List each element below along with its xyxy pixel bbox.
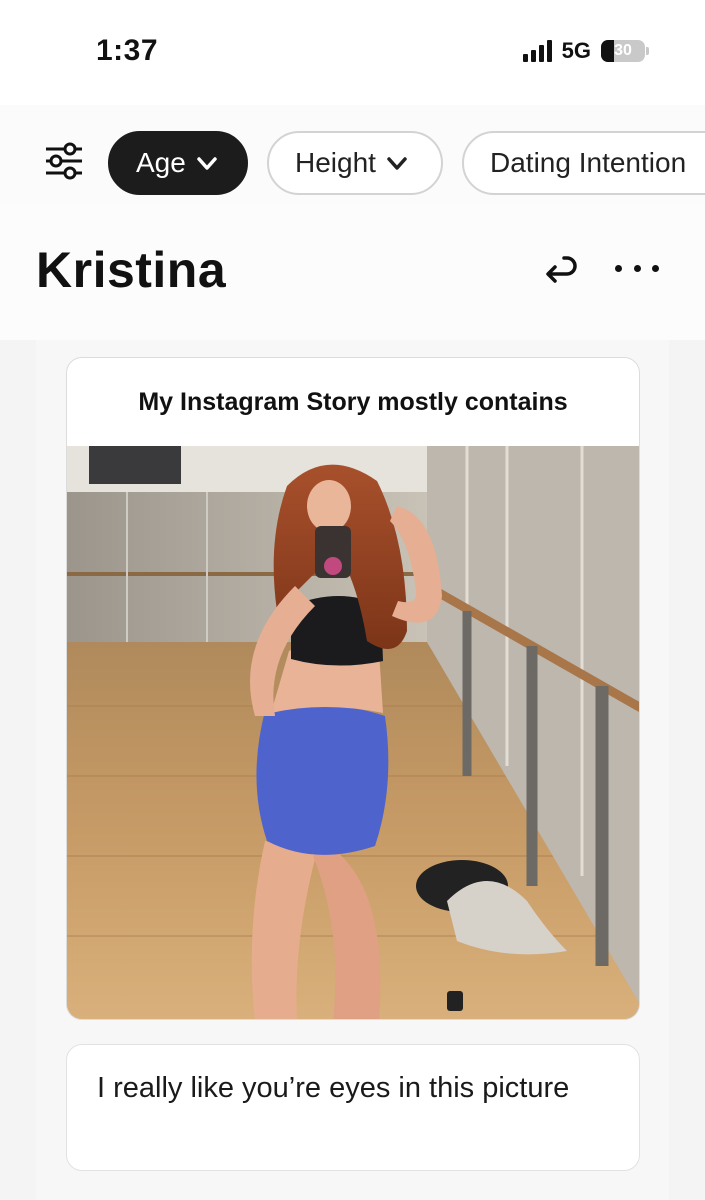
- age-filter-label: Age: [136, 147, 186, 178]
- battery-fill: [601, 40, 615, 62]
- more-icon[interactable]: [615, 253, 659, 283]
- profile-header: Kristina: [0, 205, 705, 340]
- mirror-selfie-photo[interactable]: [67, 446, 640, 1020]
- dating-intention-filter-label: Dating Intention: [490, 147, 687, 178]
- network-type: 5G: [561, 38, 591, 63]
- status-bar: 1:37 5G 30: [0, 0, 705, 105]
- status-time: 1:37: [96, 34, 159, 67]
- signal-icon: [522, 40, 552, 62]
- battery-icon: 30: [601, 40, 649, 62]
- chevron-down-icon: [197, 157, 217, 170]
- dating-intention-filter-chip[interactable]: Dating Intention: [462, 131, 705, 195]
- undo-icon[interactable]: [540, 250, 580, 290]
- battery-percentage: 30: [614, 42, 632, 59]
- profile-feed: My Instagram Story mostly contains I rea…: [36, 340, 669, 1200]
- profile-name: Kristina: [36, 242, 227, 298]
- filter-bar: Age Height Dating Intention: [0, 105, 705, 205]
- prompt-card[interactable]: My Instagram Story mostly contains: [66, 357, 640, 1020]
- chevron-down-icon: [387, 157, 407, 170]
- status-indicators: 5G 30: [522, 38, 649, 64]
- comment-input[interactable]: I really like you’re eyes in this pictur…: [66, 1044, 640, 1171]
- sliders-icon[interactable]: [44, 141, 84, 181]
- height-filter-label: Height: [295, 147, 376, 178]
- prompt-title: My Instagram Story mostly contains: [138, 387, 568, 416]
- height-filter-chip[interactable]: Height: [267, 131, 443, 195]
- age-filter-chip[interactable]: Age: [108, 131, 248, 195]
